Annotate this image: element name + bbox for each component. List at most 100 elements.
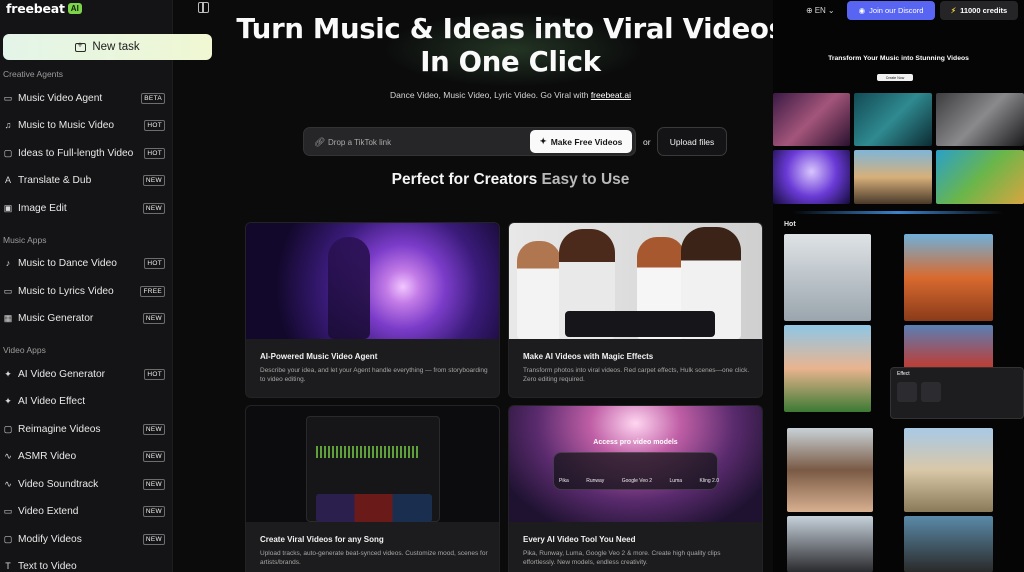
model-kling: Kling 2.0 <box>699 478 719 484</box>
badge-new: NEW <box>142 174 165 186</box>
tiktok-link-input[interactable] <box>328 134 518 151</box>
translate-icon: A <box>4 175 11 185</box>
thumbnail[interactable] <box>904 234 993 321</box>
hero-subtitle: Dance Video, Music Video, Lyric Video. G… <box>173 90 848 100</box>
divider-glow <box>793 211 1003 214</box>
sparkle-icon: ✦ <box>4 395 12 406</box>
sidebar-item-label: Music to Music Video <box>18 119 115 131</box>
sidebar-item-label: Reimagine Videos <box>18 423 101 435</box>
badge-new: NEW <box>142 533 165 545</box>
music-note-icon: ♪ <box>5 258 11 268</box>
sidebar-item-label: Video Extend <box>18 505 79 517</box>
feature-card-agent[interactable]: AI-Powered Music Video Agent Describe yo… <box>245 222 500 398</box>
model-runway: Runway <box>586 478 605 484</box>
thumbnail[interactable] <box>787 516 873 572</box>
sidebar-item-music-to-lyrics-video[interactable]: ▭ Music to Lyrics Video FREE <box>3 282 169 300</box>
sidebar-item-label: ASMR Video <box>18 450 77 462</box>
thumbnail[interactable] <box>784 325 871 412</box>
feature-card-viral-videos[interactable]: Create Viral Videos for any Song Upload … <box>245 405 500 572</box>
effect-slot[interactable] <box>921 382 941 402</box>
globe-icon: ⊕ <box>806 6 813 15</box>
sidebar-item-label: Video Soundtrack <box>18 478 99 490</box>
model-chips <box>553 452 718 490</box>
model-google-veo: Google Veo 2 <box>621 478 653 484</box>
sidebar: freebeat AI Creative Agents Music Apps V… <box>0 0 173 572</box>
sidebar-item-ai-video-effect[interactable]: ✦ AI Video Effect <box>3 392 169 410</box>
card-image-disco: Access pro video models Pika Runway Goog… <box>509 406 762 522</box>
card-title: Every AI Video Tool You Need <box>523 535 636 544</box>
sidebar-item-label: Ideas to Full-length Video <box>18 147 134 159</box>
tiktok-link-bar: 🔗︎ ✦ Make Free Videos <box>303 127 636 156</box>
sidebar-item-reimagine-videos[interactable]: ▢ Reimagine Videos NEW <box>3 420 169 438</box>
sidebar-item-image-edit[interactable]: ▣ Image Edit NEW <box>3 199 169 217</box>
credits-label: 11000 credits <box>960 6 1008 15</box>
thumbnail[interactable] <box>784 234 871 321</box>
thumbnail[interactable] <box>854 150 932 204</box>
upload-slot[interactable] <box>897 382 917 402</box>
thumbnail[interactable] <box>904 428 993 512</box>
discord-icon: ◉ <box>858 6 866 15</box>
upload-files-button[interactable]: Upload files <box>657 127 727 156</box>
feature-card-video-tools[interactable]: Access pro video models Pika Runway Goog… <box>508 405 763 572</box>
language-selector[interactable]: ⊕ EN ⌄ <box>806 6 835 15</box>
sidebar-item-video-extend[interactable]: ▭ Video Extend NEW <box>3 502 169 520</box>
section-title-creative-agents: Creative Agents <box>3 69 64 79</box>
hero-title: Turn Music & Ideas into Viral Videos In … <box>173 13 848 79</box>
new-task-button[interactable]: New task <box>3 34 212 60</box>
thumbnail[interactable] <box>787 428 873 512</box>
badge-new: NEW <box>142 505 165 517</box>
image-icon: ▣ <box>3 202 13 213</box>
sidebar-item-label: Music to Lyrics Video <box>18 285 114 297</box>
modify-icon: ▢ <box>3 533 13 544</box>
sidebar-item-music-to-music-video[interactable]: ♫ Music to Music Video HOT <box>3 116 169 134</box>
lyrics-icon: ▭ <box>3 285 13 296</box>
thumbnail[interactable] <box>773 150 850 204</box>
chevron-down-icon: ⌄ <box>827 6 835 15</box>
badge-hot: HOT <box>144 368 165 380</box>
sidebar-item-video-soundtrack[interactable]: ∿ Video Soundtrack NEW <box>3 475 169 493</box>
thumbnail[interactable] <box>936 150 1024 204</box>
badge-new: NEW <box>142 423 165 435</box>
card-image-editor <box>246 406 499 522</box>
sidebar-item-label: Image Edit <box>18 202 67 214</box>
section-heading: Perfect for Creators Easy to Use <box>173 171 848 189</box>
music-note-icon: ♫ <box>4 120 12 130</box>
freebeat-link[interactable]: freebeat.ai <box>591 90 631 100</box>
effect-panel-title: Effect <box>897 371 910 377</box>
logo[interactable]: freebeat AI <box>6 0 82 16</box>
sidebar-item-modify-videos[interactable]: ▢ Modify Videos NEW <box>3 530 169 548</box>
sidebar-item-text-to-video[interactable]: T Text to Video <box>3 557 169 572</box>
sidebar-item-music-generator[interactable]: ▦ Music Generator NEW <box>3 309 169 327</box>
badge-hot: HOT <box>144 119 165 131</box>
create-now-button[interactable]: Create Now <box>877 74 913 81</box>
section-heading-accent: Easy to Use <box>541 171 630 188</box>
or-text: or <box>643 137 651 147</box>
section-heading-main: Perfect for Creators <box>391 171 538 188</box>
promo-title: Transform Your Music into Stunning Video… <box>828 55 969 62</box>
sidebar-item-translate-dub[interactable]: A Translate & Dub NEW <box>3 171 169 189</box>
lightbulb-icon: ▢ <box>3 147 13 158</box>
thumbnail[interactable] <box>773 93 850 146</box>
sidebar-item-music-to-dance-video[interactable]: ♪ Music to Dance Video HOT <box>3 254 169 272</box>
discord-label: Join our Discord <box>869 6 924 15</box>
new-task-icon <box>75 40 87 52</box>
sidebar-item-asmr-video[interactable]: ∿ ASMR Video NEW <box>3 447 169 465</box>
make-free-videos-button[interactable]: ✦ Make Free Videos <box>530 130 632 153</box>
waveform-icon: ∿ <box>4 450 12 461</box>
thumbnail[interactable] <box>904 516 993 572</box>
right-panel: ⊕ EN ⌄ ◉ Join our Discord ⚡︎ 11000 credi… <box>773 0 1024 572</box>
feature-card-magic-effects[interactable]: Make AI Videos with Magic Effects Transf… <box>508 222 763 398</box>
waveform-icon: ∿ <box>4 478 12 489</box>
hero-title-line1: Turn Music & Ideas into Viral Videos <box>236 13 785 45</box>
join-discord-button[interactable]: ◉ Join our Discord <box>847 1 935 20</box>
sidebar-item-ai-video-generator[interactable]: ✦ AI Video Generator HOT <box>3 365 169 383</box>
credits-button[interactable]: ⚡︎ 11000 credits <box>940 1 1018 20</box>
sidebar-item-music-video-agent[interactable]: ▭ Music Video Agent BETA <box>3 89 169 107</box>
sidebar-item-label: AI Video Effect <box>18 395 86 407</box>
thumbnail[interactable] <box>936 93 1024 146</box>
sidebar-item-ideas-to-full-length-video[interactable]: ▢ Ideas to Full-length Video HOT <box>3 144 169 162</box>
thumbnail[interactable] <box>854 93 932 146</box>
model-pika: Pika <box>559 478 569 484</box>
sidebar-item-label: Text to Video <box>18 560 77 572</box>
thumbnail[interactable] <box>904 325 993 369</box>
